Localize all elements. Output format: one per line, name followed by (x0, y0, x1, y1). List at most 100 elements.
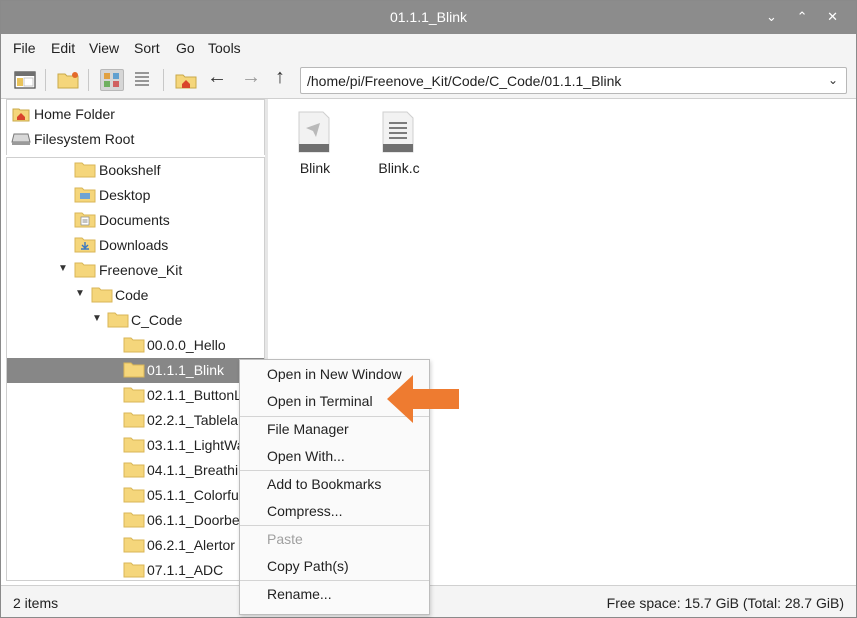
close-button[interactable]: ✕ (827, 9, 846, 25)
menu-tools[interactable]: Tools (208, 40, 241, 56)
tree-label: Freenove_Kit (99, 262, 183, 278)
title-bar[interactable]: 01.1.1_Blink ⌄ ⌃ ✕ (1, 1, 856, 34)
toolbar-separator (88, 69, 89, 91)
menu-item-label: Rename... (267, 586, 332, 602)
new-folder-icon[interactable] (56, 69, 80, 91)
menu-item-label: Add to Bookmarks (267, 476, 382, 492)
folder-icon (123, 412, 145, 428)
tree-item-03-1-1-lightwater[interactable]: 03.1.1_LightWater (7, 433, 264, 458)
toolbar-separator (45, 69, 46, 91)
documents-folder-icon (74, 212, 96, 228)
downloads-folder-icon (74, 237, 96, 253)
menu-item-label: Open in Terminal (267, 393, 373, 409)
list-view-icon[interactable] (130, 69, 154, 91)
expander-down-icon[interactable]: ▼ (58, 263, 68, 274)
callout-arrow-icon (387, 375, 459, 423)
toolbar: ← → ↑ ⌄ (1, 61, 856, 99)
place-label: Home Folder (34, 106, 115, 122)
desktop-folder-icon (74, 187, 96, 203)
icon-view-icon[interactable] (100, 69, 124, 91)
folder-icon (123, 487, 145, 503)
menu-item-label: Open With... (267, 448, 345, 464)
path-bar[interactable]: ⌄ (300, 67, 847, 94)
folder-icon (123, 337, 145, 353)
up-button[interactable]: ↑ (275, 66, 285, 89)
executable-icon (298, 111, 330, 153)
menu-item-label: Paste (267, 531, 303, 547)
folder-icon (123, 512, 145, 528)
tree-item-desktop[interactable]: Desktop (7, 183, 264, 208)
free-space: Free space: 15.7 GiB (Total: 28.7 GiB) (606, 595, 844, 611)
file-item-blink[interactable]: Blink (280, 106, 350, 176)
file-manager-window: 01.1.1_Blink ⌄ ⌃ ✕ File Edit View Sort G… (0, 0, 857, 618)
minimize-button[interactable]: ⌄ (766, 9, 785, 25)
menu-item-open-with[interactable]: Open With... (240, 443, 429, 470)
place-label: Filesystem Root (34, 131, 135, 147)
tree-item-06-2-1-alertor[interactable]: 06.2.1_Alertor (7, 533, 264, 558)
tree-item-02-1-1-buttonled[interactable]: 02.1.1_ButtonLED (7, 383, 264, 408)
path-input[interactable] (307, 72, 807, 90)
tree-item-02-2-1-tablelamp[interactable]: 02.2.1_Tablelamp (7, 408, 264, 433)
tree-label: Desktop (99, 187, 151, 203)
folder-icon (123, 362, 145, 378)
menu-item-copy-paths[interactable]: Copy Path(s) (240, 553, 429, 580)
tree-label: 06.2.1_Alertor (147, 537, 235, 553)
tree-item-06-1-1-doorbell[interactable]: 06.1.1_Doorbell (7, 508, 264, 533)
tree-item-04-1-1-breathingled[interactable]: 04.1.1_BreathingLED (7, 458, 264, 483)
menu-item-label: File Manager (267, 421, 349, 437)
folder-icon (91, 287, 113, 303)
tree-item-01-1-1-blink[interactable]: 01.1.1_Blink (7, 358, 264, 383)
folder-icon (107, 312, 129, 328)
text-file-icon (382, 111, 414, 153)
file-name: Blink (299, 160, 331, 176)
expander-down-icon[interactable]: ▼ (92, 313, 102, 324)
tree-label: Code (115, 287, 149, 303)
menu-go[interactable]: Go (176, 40, 195, 56)
tree-item-freenove-kit[interactable]: ▼ Freenove_Kit (7, 258, 264, 283)
menu-item-label: Compress... (267, 503, 343, 519)
folder-icon (74, 162, 96, 178)
tree-item-00-0-0-hello[interactable]: 00.0.0_Hello (7, 333, 264, 358)
item-count: 2 items (13, 595, 59, 611)
places-pane: Home Folder Filesystem Root (6, 99, 265, 155)
back-button[interactable]: ← (207, 66, 227, 89)
menu-item-label: Copy Path(s) (267, 558, 349, 574)
home-icon[interactable] (174, 69, 198, 91)
menu-item-label: Open in New Window (267, 366, 402, 382)
folder-icon (123, 387, 145, 403)
menu-bar: File Edit View Sort Go Tools (1, 34, 856, 61)
menu-item-rename[interactable]: Rename... (240, 581, 429, 608)
tree-label: 06.1.1_Doorbell (147, 512, 246, 528)
tree-label: 07.1.1_ADC (147, 562, 224, 578)
menu-edit[interactable]: Edit (51, 40, 75, 56)
tree-label: Documents (99, 212, 170, 228)
tree-item-documents[interactable]: Documents (7, 208, 264, 233)
chevron-down-icon[interactable]: ⌄ (828, 73, 838, 87)
tree-item-05-1-1-colorfulled[interactable]: 05.1.1_ColorfulLED (7, 483, 264, 508)
forward-button[interactable]: → (241, 66, 261, 89)
tree-label: C_Code (131, 312, 183, 328)
tree-item-downloads[interactable]: Downloads (7, 233, 264, 258)
new-window-icon[interactable] (13, 69, 37, 91)
expander-down-icon[interactable]: ▼ (75, 288, 85, 299)
file-item-blink-c[interactable]: Blink.c (364, 106, 434, 176)
menu-file[interactable]: File (13, 40, 36, 56)
tree-item-bookshelf[interactable]: Bookshelf (7, 158, 264, 183)
menu-view[interactable]: View (89, 40, 119, 56)
menu-sort[interactable]: Sort (134, 40, 160, 56)
window-controls: ⌄ ⌃ ✕ (766, 9, 846, 25)
maximize-button[interactable]: ⌃ (797, 9, 816, 25)
file-name: Blink.c (378, 160, 420, 176)
menu-item-compress[interactable]: Compress... (240, 498, 429, 525)
folder-icon (74, 262, 96, 278)
folder-icon (123, 562, 145, 578)
tree-label: Downloads (99, 237, 169, 253)
folder-icon (123, 462, 145, 478)
tree-item-07-1-1-adc[interactable]: 07.1.1_ADC (7, 558, 264, 580)
tree-label: 00.0.0_Hello (147, 337, 226, 353)
tree-item-c-code[interactable]: ▼ C_Code (7, 308, 264, 333)
menu-item-add-to-bookmarks[interactable]: Add to Bookmarks (240, 471, 429, 498)
folder-icon (123, 537, 145, 553)
tree-item-code[interactable]: ▼ Code (7, 283, 264, 308)
toolbar-separator (163, 69, 164, 91)
